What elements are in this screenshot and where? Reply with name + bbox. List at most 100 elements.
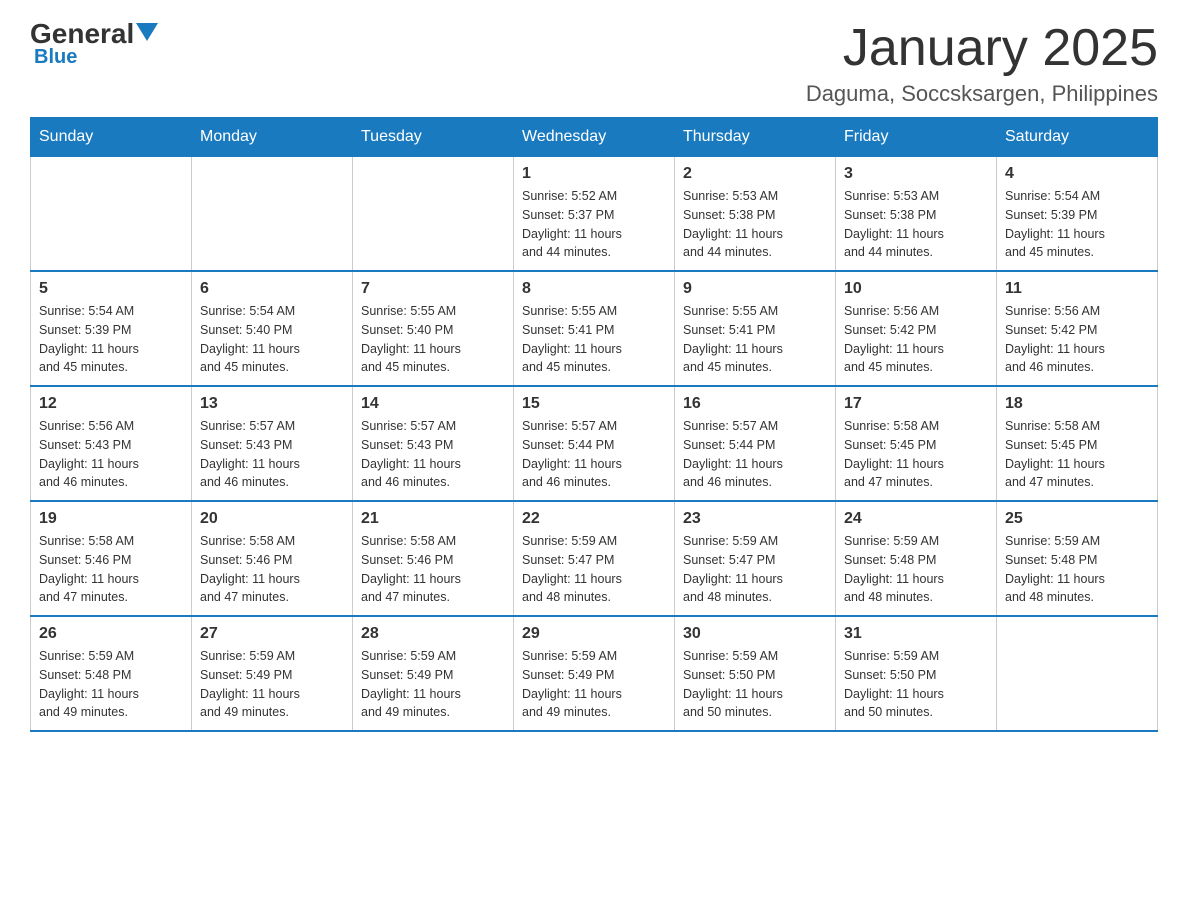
day-number: 18: [1005, 395, 1149, 413]
calendar-cell: [997, 616, 1158, 731]
day-info: Sunrise: 5:54 AMSunset: 5:39 PMDaylight:…: [1005, 187, 1149, 262]
logo-blue-text: Blue: [34, 46, 77, 69]
day-number: 11: [1005, 280, 1149, 298]
day-info: Sunrise: 5:54 AMSunset: 5:40 PMDaylight:…: [200, 302, 344, 377]
day-number: 2: [683, 165, 827, 183]
page-title: January 2025: [806, 20, 1158, 77]
calendar-week-row: 12 Sunrise: 5:56 AMSunset: 5:43 PMDayligh…: [31, 386, 1158, 501]
calendar-cell: 26 Sunrise: 5:59 AMSunset: 5:48 PMDayligh…: [31, 616, 192, 731]
day-info: Sunrise: 5:59 AMSunset: 5:48 PMDaylight:…: [39, 647, 183, 722]
calendar-cell: 20 Sunrise: 5:58 AMSunset: 5:46 PMDayligh…: [192, 501, 353, 616]
weekday-header-friday: Friday: [836, 118, 997, 157]
calendar-cell: 1 Sunrise: 5:52 AMSunset: 5:37 PMDaylight…: [514, 157, 675, 272]
day-number: 8: [522, 280, 666, 298]
day-number: 19: [39, 510, 183, 528]
day-info: Sunrise: 5:55 AMSunset: 5:41 PMDaylight:…: [522, 302, 666, 377]
day-number: 16: [683, 395, 827, 413]
logo-triangle-icon: [136, 23, 158, 41]
day-info: Sunrise: 5:56 AMSunset: 5:42 PMDaylight:…: [844, 302, 988, 377]
day-number: 30: [683, 625, 827, 643]
day-number: 12: [39, 395, 183, 413]
day-info: Sunrise: 5:59 AMSunset: 5:47 PMDaylight:…: [683, 532, 827, 607]
weekday-header-sunday: Sunday: [31, 118, 192, 157]
day-number: 13: [200, 395, 344, 413]
calendar-cell: 16 Sunrise: 5:57 AMSunset: 5:44 PMDayligh…: [675, 386, 836, 501]
day-info: Sunrise: 5:56 AMSunset: 5:42 PMDaylight:…: [1005, 302, 1149, 377]
day-info: Sunrise: 5:55 AMSunset: 5:40 PMDaylight:…: [361, 302, 505, 377]
day-number: 22: [522, 510, 666, 528]
day-number: 1: [522, 165, 666, 183]
logo-general-text: General: [30, 20, 134, 48]
calendar-cell: [353, 157, 514, 272]
calendar-cell: 30Sunrise: 5:59 AMSunset: 5:50 PMDayligh…: [675, 616, 836, 731]
day-info: Sunrise: 5:58 AMSunset: 5:45 PMDaylight:…: [844, 417, 988, 492]
day-info: Sunrise: 5:57 AMSunset: 5:44 PMDaylight:…: [522, 417, 666, 492]
day-number: 6: [200, 280, 344, 298]
calendar-cell: 18Sunrise: 5:58 AMSunset: 5:45 PMDayligh…: [997, 386, 1158, 501]
day-info: Sunrise: 5:54 AMSunset: 5:39 PMDaylight:…: [39, 302, 183, 377]
day-info: Sunrise: 5:58 AMSunset: 5:46 PMDaylight:…: [361, 532, 505, 607]
calendar-cell: 10Sunrise: 5:56 AMSunset: 5:42 PMDayligh…: [836, 271, 997, 386]
day-number: 31: [844, 625, 988, 643]
calendar-cell: [192, 157, 353, 272]
weekday-header-tuesday: Tuesday: [353, 118, 514, 157]
day-info: Sunrise: 5:59 AMSunset: 5:50 PMDaylight:…: [844, 647, 988, 722]
calendar-table: SundayMondayTuesdayWednesdayThursdayFrid…: [30, 117, 1158, 732]
calendar-cell: 19 Sunrise: 5:58 AMSunset: 5:46 PMDayligh…: [31, 501, 192, 616]
day-info: Sunrise: 5:55 AMSunset: 5:41 PMDaylight:…: [683, 302, 827, 377]
day-info: Sunrise: 5:58 AMSunset: 5:46 PMDaylight:…: [39, 532, 183, 607]
calendar-cell: 24 Sunrise: 5:59 AMSunset: 5:48 PMDayligh…: [836, 501, 997, 616]
calendar-week-row: 1 Sunrise: 5:52 AMSunset: 5:37 PMDaylight…: [31, 157, 1158, 272]
day-info: Sunrise: 5:59 AMSunset: 5:49 PMDaylight:…: [522, 647, 666, 722]
day-number: 9: [683, 280, 827, 298]
calendar-cell: 8 Sunrise: 5:55 AMSunset: 5:41 PMDaylight…: [514, 271, 675, 386]
day-number: 29: [522, 625, 666, 643]
day-number: 24: [844, 510, 988, 528]
calendar-cell: 22Sunrise: 5:59 AMSunset: 5:47 PMDayligh…: [514, 501, 675, 616]
calendar-cell: 14 Sunrise: 5:57 AMSunset: 5:43 PMDayligh…: [353, 386, 514, 501]
calendar-cell: 17 Sunrise: 5:58 AMSunset: 5:45 PMDayligh…: [836, 386, 997, 501]
day-info: Sunrise: 5:52 AMSunset: 5:37 PMDaylight:…: [522, 187, 666, 262]
day-number: 28: [361, 625, 505, 643]
day-number: 17: [844, 395, 988, 413]
day-number: 4: [1005, 165, 1149, 183]
day-info: Sunrise: 5:57 AMSunset: 5:43 PMDaylight:…: [361, 417, 505, 492]
day-info: Sunrise: 5:57 AMSunset: 5:44 PMDaylight:…: [683, 417, 827, 492]
logo: General Blue: [30, 20, 158, 69]
calendar-cell: 21 Sunrise: 5:58 AMSunset: 5:46 PMDayligh…: [353, 501, 514, 616]
day-number: 20: [200, 510, 344, 528]
day-number: 26: [39, 625, 183, 643]
calendar-cell: 2 Sunrise: 5:53 AMSunset: 5:38 PMDaylight…: [675, 157, 836, 272]
calendar-cell: 23 Sunrise: 5:59 AMSunset: 5:47 PMDayligh…: [675, 501, 836, 616]
calendar-header-row: SundayMondayTuesdayWednesdayThursdayFrid…: [31, 118, 1158, 157]
calendar-week-row: 5 Sunrise: 5:54 AMSunset: 5:39 PMDaylight…: [31, 271, 1158, 386]
title-section: January 2025 Daguma, Soccsksargen, Phili…: [806, 20, 1158, 107]
day-info: Sunrise: 5:59 AMSunset: 5:48 PMDaylight:…: [844, 532, 988, 607]
day-info: Sunrise: 5:57 AMSunset: 5:43 PMDaylight:…: [200, 417, 344, 492]
day-info: Sunrise: 5:53 AMSunset: 5:38 PMDaylight:…: [683, 187, 827, 262]
calendar-week-row: 19 Sunrise: 5:58 AMSunset: 5:46 PMDayligh…: [31, 501, 1158, 616]
calendar-cell: 15Sunrise: 5:57 AMSunset: 5:44 PMDayligh…: [514, 386, 675, 501]
calendar-cell: 25 Sunrise: 5:59 AMSunset: 5:48 PMDayligh…: [997, 501, 1158, 616]
day-number: 14: [361, 395, 505, 413]
weekday-header-monday: Monday: [192, 118, 353, 157]
day-number: 23: [683, 510, 827, 528]
day-number: 21: [361, 510, 505, 528]
day-info: Sunrise: 5:59 AMSunset: 5:48 PMDaylight:…: [1005, 532, 1149, 607]
calendar-cell: 3Sunrise: 5:53 AMSunset: 5:38 PMDaylight…: [836, 157, 997, 272]
day-info: Sunrise: 5:56 AMSunset: 5:43 PMDaylight:…: [39, 417, 183, 492]
day-info: Sunrise: 5:59 AMSunset: 5:49 PMDaylight:…: [200, 647, 344, 722]
day-number: 27: [200, 625, 344, 643]
day-info: Sunrise: 5:59 AMSunset: 5:49 PMDaylight:…: [361, 647, 505, 722]
day-number: 5: [39, 280, 183, 298]
day-number: 3: [844, 165, 988, 183]
day-info: Sunrise: 5:58 AMSunset: 5:46 PMDaylight:…: [200, 532, 344, 607]
calendar-cell: 29 Sunrise: 5:59 AMSunset: 5:49 PMDayligh…: [514, 616, 675, 731]
calendar-cell: 31 Sunrise: 5:59 AMSunset: 5:50 PMDayligh…: [836, 616, 997, 731]
calendar-cell: 4 Sunrise: 5:54 AMSunset: 5:39 PMDaylight…: [997, 157, 1158, 272]
calendar-cell: 27 Sunrise: 5:59 AMSunset: 5:49 PMDayligh…: [192, 616, 353, 731]
calendar-cell: 28 Sunrise: 5:59 AMSunset: 5:49 PMDayligh…: [353, 616, 514, 731]
calendar-cell: 12 Sunrise: 5:56 AMSunset: 5:43 PMDayligh…: [31, 386, 192, 501]
calendar-cell: 5 Sunrise: 5:54 AMSunset: 5:39 PMDaylight…: [31, 271, 192, 386]
day-number: 25: [1005, 510, 1149, 528]
